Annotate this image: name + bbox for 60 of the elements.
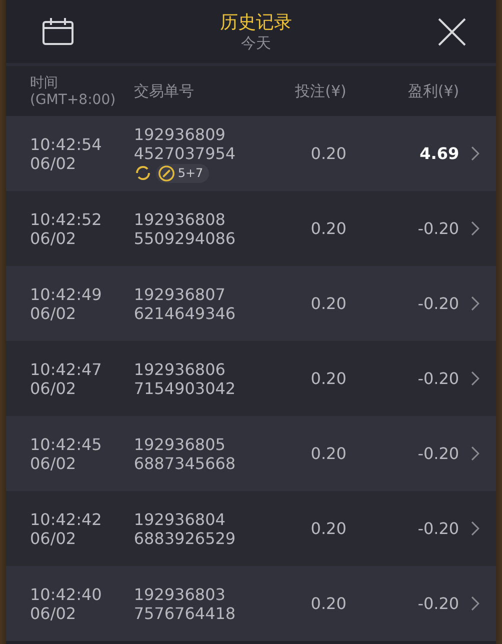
column-header: 投注(¥) bbox=[294, 82, 346, 100]
time-text: 10:42:47 bbox=[30, 360, 103, 378]
chevron-right-icon[interactable] bbox=[471, 596, 480, 611]
bet-amount: 0.20 bbox=[310, 444, 346, 463]
chevron-right-icon[interactable] bbox=[471, 446, 480, 461]
column-header: (GMT+8:00) bbox=[30, 92, 117, 108]
transaction-id: 4527037954 bbox=[134, 144, 237, 162]
bet-amount: 0.20 bbox=[310, 594, 346, 613]
transaction-id: 192936806 bbox=[134, 360, 226, 378]
transaction-id: 7154903042 bbox=[134, 378, 237, 398]
bonus-badge: 5+7 bbox=[156, 164, 210, 182]
time-text: 10:42:40 bbox=[30, 584, 103, 604]
profit-amount: -0.20 bbox=[416, 369, 460, 388]
transaction-id: 192936809 bbox=[134, 124, 226, 144]
profit-amount: -0.20 bbox=[416, 594, 460, 613]
transaction-id: 5509294086 bbox=[134, 228, 237, 248]
title: 历史记录 bbox=[220, 11, 292, 34]
transaction-id: 192936804 bbox=[134, 510, 226, 528]
date-text: 06/02 bbox=[30, 604, 78, 622]
chevron-right-icon[interactable] bbox=[471, 371, 480, 386]
time-text: 10:42:42 bbox=[30, 510, 103, 528]
time-text: 10:42:54 bbox=[30, 134, 103, 154]
date-text: 06/02 bbox=[30, 528, 78, 548]
bet-amount: 0.20 bbox=[310, 144, 346, 163]
transaction-id: 192936807 bbox=[134, 284, 226, 304]
date-text: 06/02 bbox=[30, 154, 78, 172]
calendar-icon[interactable] bbox=[42, 18, 74, 46]
profit-amount: -0.20 bbox=[416, 444, 460, 463]
chevron-right-icon[interactable] bbox=[471, 521, 480, 536]
bet-amount: 0.20 bbox=[310, 519, 346, 538]
date-text: 06/02 bbox=[30, 304, 78, 322]
chevron-right-icon[interactable] bbox=[471, 146, 480, 161]
time-text: 10:42:45 bbox=[30, 434, 103, 454]
profit-amount: -0.20 bbox=[416, 519, 460, 538]
column-header: 交易单号 bbox=[134, 82, 195, 100]
refresh-icon bbox=[134, 164, 152, 182]
profit-amount: -0.20 bbox=[416, 219, 460, 238]
subtitle: 今天 bbox=[241, 34, 271, 53]
close-icon[interactable] bbox=[438, 18, 466, 46]
profit-amount: 4.69 bbox=[418, 144, 460, 163]
date-text: 06/02 bbox=[30, 378, 78, 398]
bet-amount: 0.20 bbox=[310, 219, 346, 238]
column-header: 盈利(¥) bbox=[406, 82, 460, 100]
transaction-id: 192936805 bbox=[134, 434, 226, 454]
profit-amount: -0.20 bbox=[416, 294, 460, 313]
column-header: 时间 bbox=[30, 74, 59, 92]
transaction-id: 6214649346 bbox=[134, 304, 237, 322]
transaction-id: 6883926529 bbox=[134, 528, 237, 548]
time-text: 10:42:52 bbox=[30, 210, 103, 228]
bet-amount: 0.20 bbox=[310, 294, 346, 313]
date-text: 06/02 bbox=[30, 228, 78, 248]
transaction-id: 192936803 bbox=[134, 584, 226, 604]
time-text: 10:42:49 bbox=[30, 284, 103, 304]
date-text: 06/02 bbox=[30, 454, 78, 472]
bet-amount: 0.20 bbox=[310, 369, 346, 388]
transaction-id: 6887345668 bbox=[134, 454, 237, 472]
transaction-id: 192936808 bbox=[134, 210, 226, 228]
chevron-right-icon[interactable] bbox=[471, 296, 480, 311]
transaction-id: 7576764418 bbox=[134, 604, 237, 622]
chevron-right-icon[interactable] bbox=[471, 221, 480, 236]
